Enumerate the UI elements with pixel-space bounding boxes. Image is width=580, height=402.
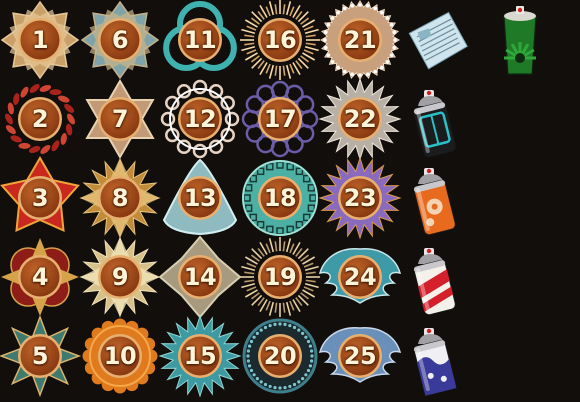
- badge-number: 2: [31, 105, 49, 133]
- badge-number: 22: [343, 105, 377, 133]
- badge-number: 3: [31, 184, 49, 212]
- spray-can-icon: [413, 248, 456, 316]
- badge-number: 9: [111, 263, 129, 291]
- rank-badge[interactable]: 13: [160, 158, 240, 238]
- rank-badge[interactable]: 19: [240, 237, 320, 317]
- badge-number: 17: [263, 105, 297, 133]
- rank-badge[interactable]: 3: [0, 156, 80, 238]
- paint-bucket-icon: [503, 6, 537, 75]
- rank-badge[interactable]: 14: [158, 235, 242, 319]
- rank-badge[interactable]: 5: [0, 314, 82, 398]
- rank-badge[interactable]: 10: [80, 316, 160, 396]
- badge-number: 20: [263, 342, 297, 370]
- rank-badge[interactable]: 18: [240, 158, 320, 238]
- spray-can-icon: [413, 168, 456, 236]
- badge-number: 11: [183, 26, 217, 54]
- rank-badge[interactable]: 9: [79, 236, 161, 318]
- rank-badge[interactable]: 21: [320, 0, 400, 80]
- badge-number: 13: [183, 184, 217, 212]
- rank-badge[interactable]: 7: [80, 79, 160, 159]
- badge-number: 1: [31, 26, 49, 54]
- badge-number: 21: [343, 26, 377, 54]
- spray-can-icon: [413, 90, 456, 158]
- rank-badge[interactable]: 25: [318, 316, 402, 396]
- spray-can-icon: [413, 328, 457, 396]
- item-spray-can-tron[interactable]: [408, 84, 468, 160]
- medal-sheet: 1 2 3 4 5 6 7 8 9 10 11 12 13 14 15 16 17 18 19 20 21 22 23 24 2…: [0, 0, 580, 400]
- rank-badge[interactable]: 12: [160, 79, 240, 159]
- item-paint-bucket-green[interactable]: [490, 2, 550, 78]
- rank-badge[interactable]: 6: [80, 0, 160, 80]
- item-spray-can-flower[interactable]: [408, 162, 468, 238]
- rank-badge[interactable]: 23: [318, 156, 402, 240]
- badge-number: 6: [111, 26, 129, 54]
- newspaper-icon: [408, 11, 468, 70]
- badge-number: 5: [31, 342, 49, 370]
- badge-number: 14: [183, 263, 217, 291]
- badge-number: 16: [263, 26, 297, 54]
- badge-number: 4: [31, 263, 49, 291]
- rank-badge[interactable]: 20: [240, 316, 320, 396]
- item-newspaper[interactable]: [408, 4, 468, 80]
- badge-number: 23: [343, 184, 377, 212]
- badge-number: 8: [111, 184, 129, 212]
- rank-badge[interactable]: 11: [160, 0, 240, 80]
- badge-number: 15: [183, 342, 217, 370]
- badge-number: 19: [263, 263, 297, 291]
- badge-number: 25: [343, 342, 377, 370]
- rank-badge[interactable]: 17: [240, 79, 320, 159]
- rank-badge[interactable]: 24: [318, 237, 402, 317]
- rank-badge[interactable]: 15: [158, 314, 242, 398]
- badge-number: 24: [343, 263, 377, 291]
- badge-number: 7: [111, 105, 129, 133]
- rank-badge[interactable]: 2: [0, 79, 80, 159]
- rank-badge[interactable]: 16: [240, 0, 320, 80]
- item-spray-can-wave[interactable]: [408, 322, 468, 398]
- rank-badge[interactable]: 22: [318, 77, 402, 161]
- badge-number: 10: [103, 342, 137, 370]
- badge-number: 12: [183, 105, 217, 133]
- rank-badge[interactable]: 4: [0, 237, 80, 317]
- rank-badge[interactable]: 1: [0, 0, 80, 80]
- item-spray-can-stripes[interactable]: [408, 242, 468, 318]
- rank-badge[interactable]: 8: [79, 157, 161, 239]
- badge-number: 18: [263, 184, 297, 212]
